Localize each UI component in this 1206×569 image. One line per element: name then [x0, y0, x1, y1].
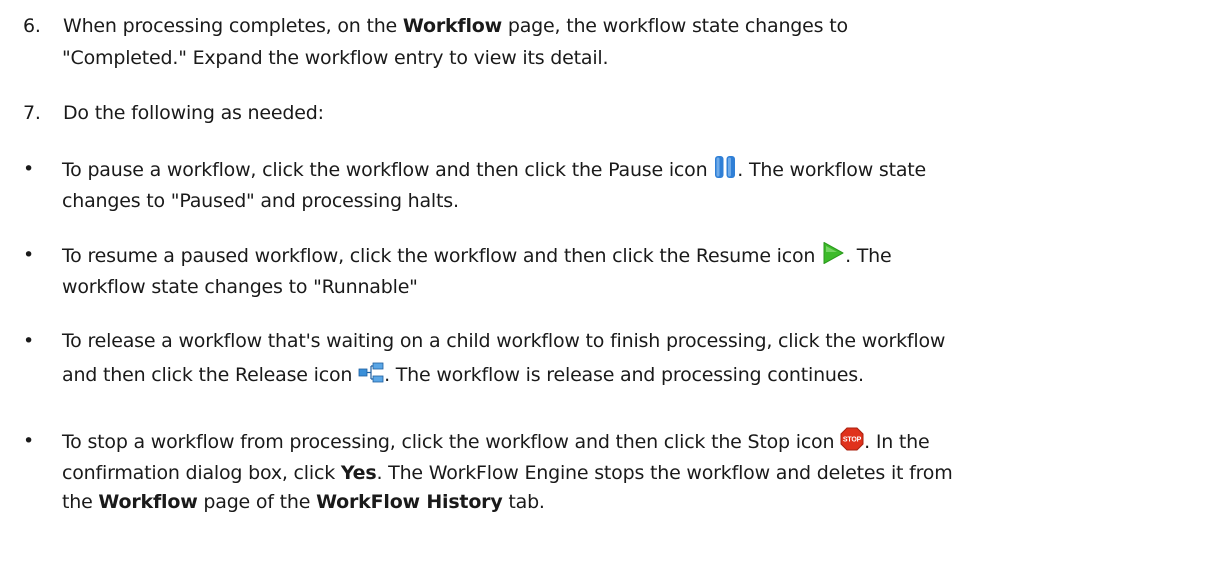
bullet-text: confirmation dialog box, click	[62, 462, 341, 484]
bold-term: Workflow	[402, 15, 503, 37]
bullet-marker: •	[23, 158, 35, 180]
step-text: page, the workflow state changes to	[502, 15, 848, 37]
svg-text:STOP: STOP	[843, 437, 862, 444]
step-7: 7. Do the following as needed:	[23, 99, 1193, 128]
bullet-text: To resume a paused workflow, click the w…	[62, 245, 822, 267]
resume-icon	[821, 241, 845, 274]
bullet-text: . In the	[864, 431, 930, 453]
bullet-pause: To pause a workflow, click the workflow …	[62, 155, 1192, 188]
bullet-resume-line-2: workflow state changes to "Runnable"	[62, 276, 418, 298]
bullet-text: the	[62, 491, 99, 513]
bullet-text: To pause a workflow, click the workflow …	[62, 159, 714, 181]
step-text: Do the following as needed:	[63, 102, 324, 124]
step-number: 6.	[23, 15, 41, 37]
stop-icon: STOP	[840, 427, 864, 460]
bullet-text: To stop a workflow from processing, clic…	[62, 431, 841, 453]
bullet-text: . The workflow state	[737, 159, 927, 181]
bullet-text: . The workflow is release and processing…	[384, 364, 864, 386]
bullet-text: . The	[845, 245, 892, 267]
bullet-pause-line-2: changes to "Paused" and processing halts…	[62, 190, 459, 212]
bullet-text: . The WorkFlow Engine stops the workflow…	[376, 462, 953, 484]
bullet-release: To release a workflow that's waiting on …	[62, 330, 946, 352]
step-6-line-2: "Completed." Expand the workflow entry t…	[62, 47, 609, 69]
bullet-text: tab.	[502, 491, 545, 513]
bullet-resume: To resume a paused workflow, click the w…	[62, 241, 1192, 274]
bullet-stop: To stop a workflow from processing, clic…	[62, 427, 1192, 460]
bold-term: WorkFlow History	[316, 491, 503, 513]
step-text: When processing completes, on the	[63, 15, 403, 37]
bullet-marker: •	[23, 430, 35, 452]
step-6: 6. When processing completes, on the Work…	[23, 12, 1193, 41]
bullet-marker: •	[23, 244, 35, 266]
document: 6. When processing completes, on the Work…	[0, 0, 1206, 569]
bullet-marker: •	[23, 330, 35, 352]
bullet-text: page of the	[197, 491, 317, 513]
pause-icon	[713, 155, 737, 188]
release-icon	[358, 362, 384, 393]
bullet-text: and then click the Release icon	[62, 364, 359, 386]
step-number: 7.	[23, 102, 41, 124]
bold-term: Yes	[340, 462, 377, 484]
bullet-stop-line-3: the Workflow page of the WorkFlow Histor…	[62, 488, 1192, 517]
bullet-stop-line-2: confirmation dialog box, click Yes. The …	[62, 459, 1192, 488]
bullet-release-line-2: and then click the Release icon . The wo…	[62, 361, 1192, 393]
bold-term: Workflow	[98, 491, 198, 513]
